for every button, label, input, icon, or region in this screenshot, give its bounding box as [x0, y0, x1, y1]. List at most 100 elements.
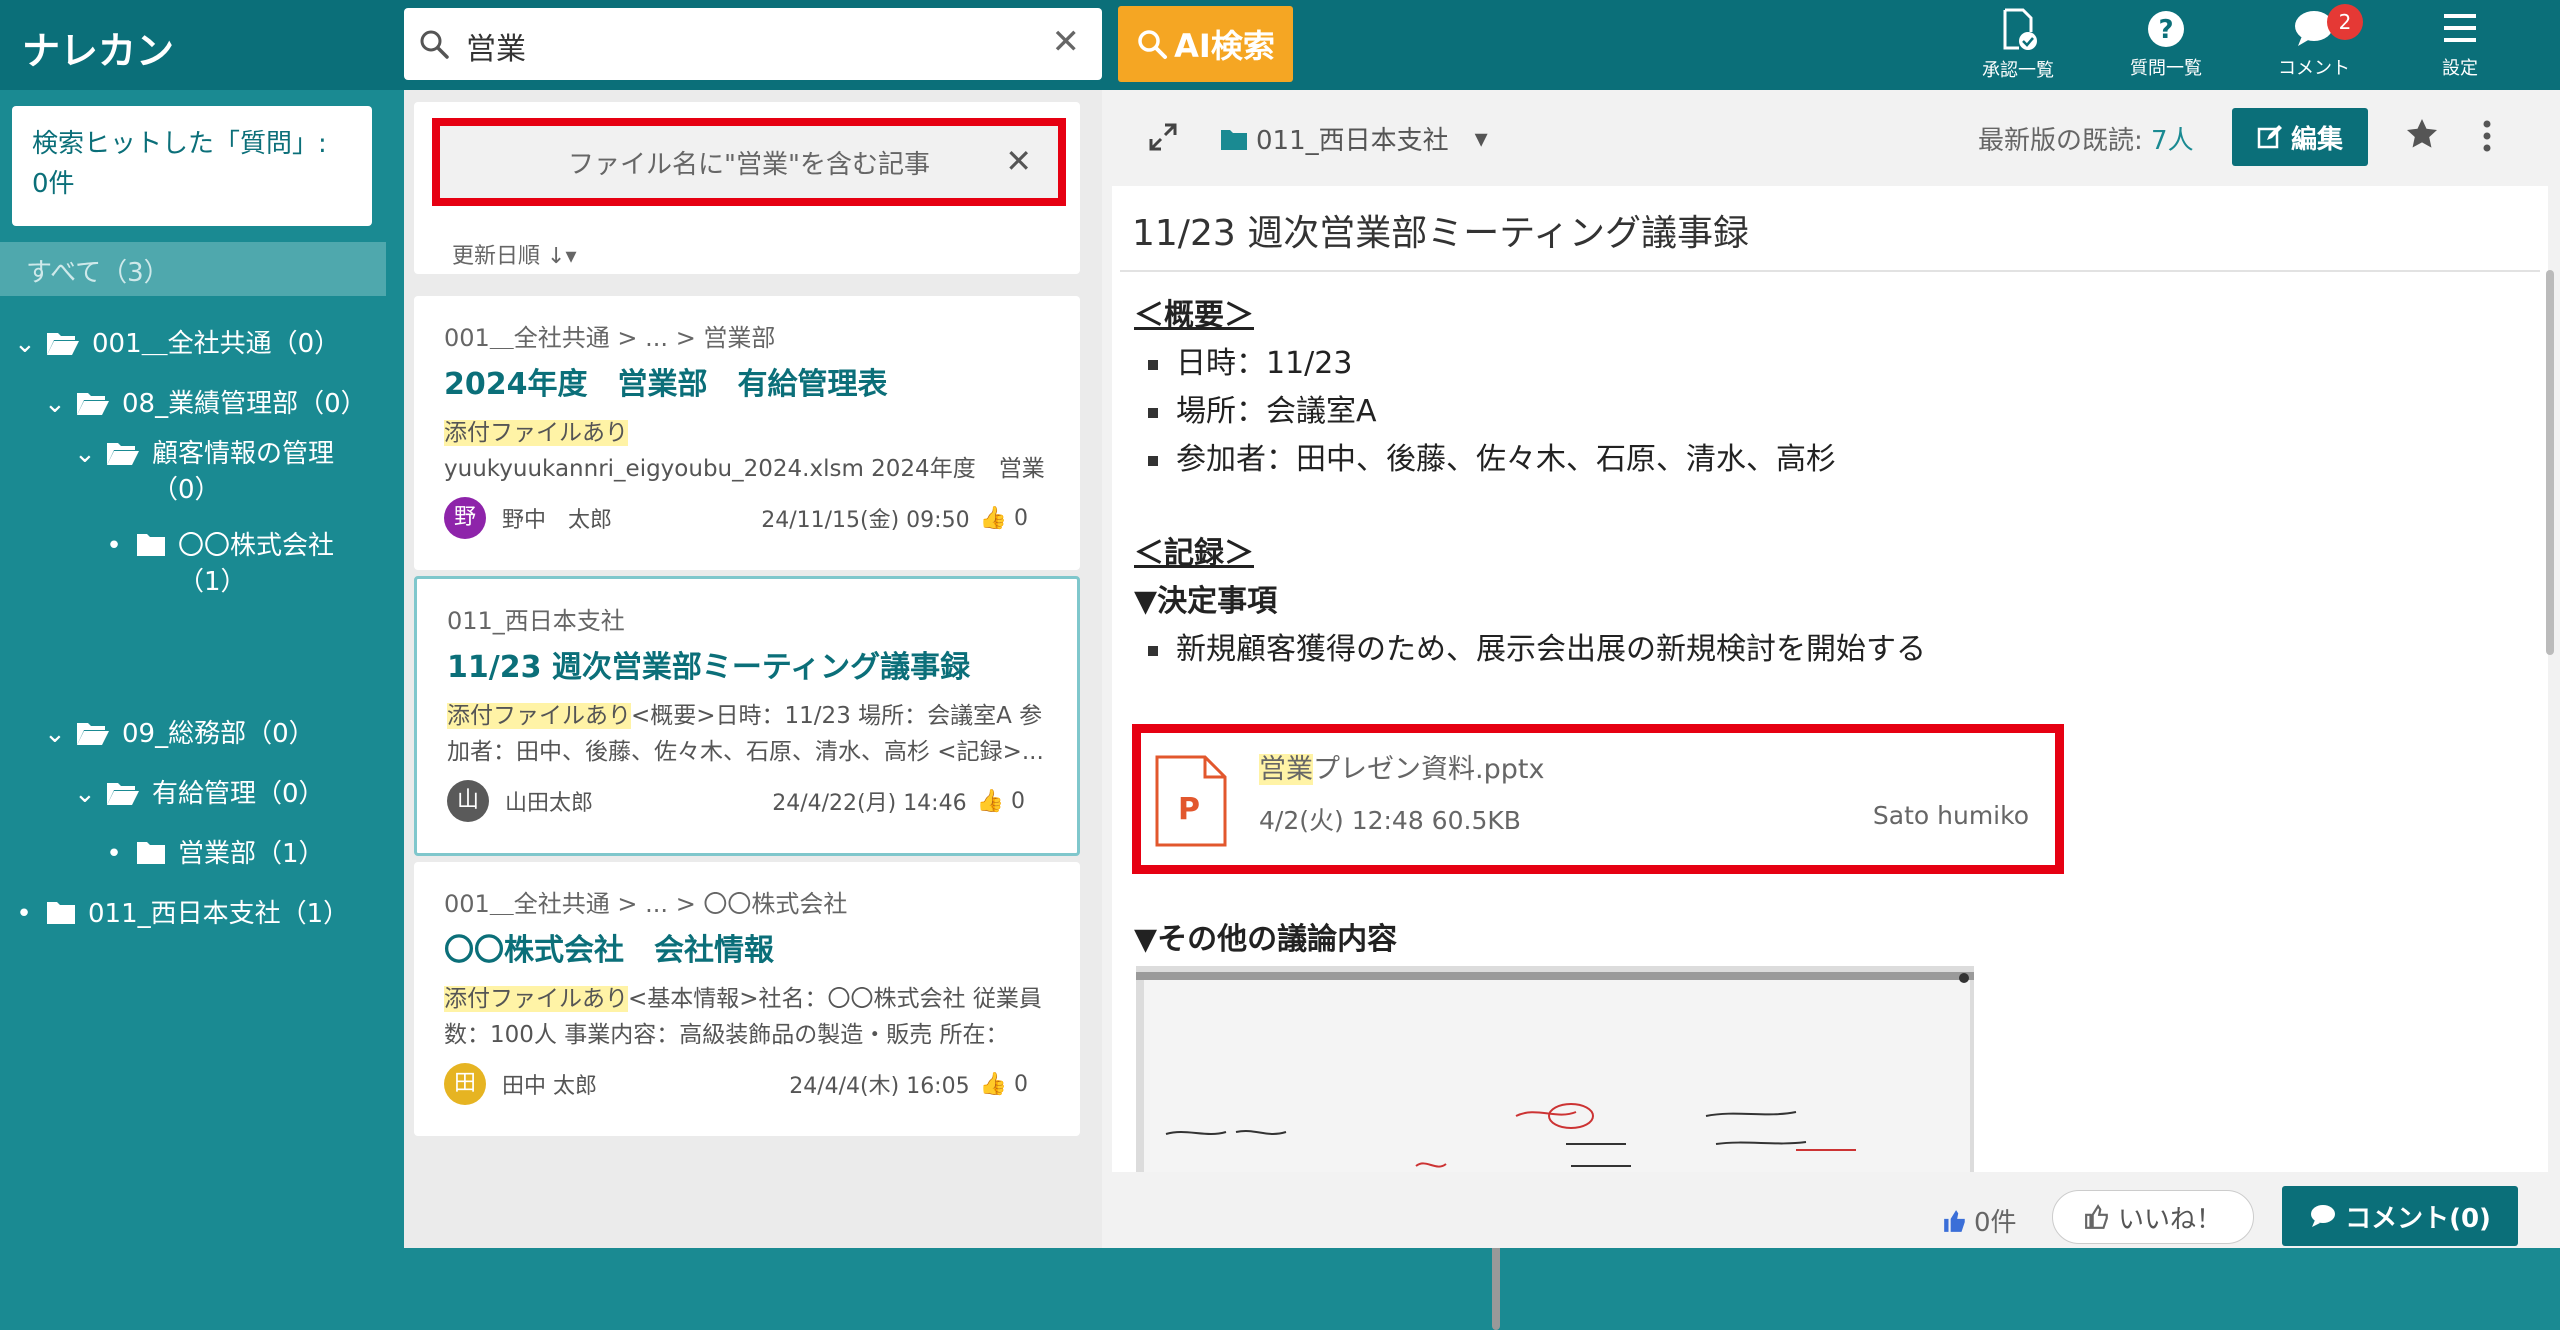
- filename-filter-chip[interactable]: ファイル名に"営業"を含む記事 ✕: [432, 118, 1066, 206]
- question-icon: ?: [2148, 11, 2184, 47]
- app-logo[interactable]: ナレカン: [22, 20, 174, 75]
- nav-comments[interactable]: 2 コメント: [2254, 4, 2374, 80]
- article-title[interactable]: 11/23 週次営業部ミーティング議事録: [447, 642, 1051, 686]
- tree-item-paid-leave[interactable]: ⌄ 有給管理（0）: [74, 776, 325, 812]
- chevron-down-icon[interactable]: ▾: [1475, 124, 1488, 154]
- article-meta: 山 山田太郎 24/4/22(月) 14:46 👍 0: [447, 780, 1051, 822]
- article-card[interactable]: 001＿全社共通 > ... > 〇〇株式会社 〇〇株式会社 会社情報 添付ファ…: [414, 862, 1080, 1136]
- folder-breadcrumb[interactable]: 011_西日本支社 ▾: [1220, 120, 1488, 157]
- nav-label: 設定: [2442, 58, 2478, 79]
- folder-all[interactable]: すべて（3）: [0, 242, 386, 296]
- like-count: 👍 0: [980, 1072, 1028, 1097]
- detail-scrollbar[interactable]: [2546, 270, 2554, 655]
- nav-approvals[interactable]: 承認一覧: [1958, 8, 2078, 82]
- svg-text:P: P: [1178, 792, 1200, 827]
- whiteboard-photo[interactable]: [1136, 966, 1974, 1172]
- nav-label: 承認一覧: [1982, 60, 2054, 81]
- snippet-text: yuukyuukannri_eigyoubu_2024.xlsm 2024年度 …: [444, 456, 1045, 482]
- folder-icon: [137, 842, 165, 864]
- overview-item: 場所：会議室A: [1148, 388, 1926, 436]
- article-date: 24/11/15(金) 09:50: [761, 508, 970, 533]
- folder-open-icon: [77, 723, 109, 745]
- question-hits-box[interactable]: 検索ヒットした「質問」: 0件: [12, 106, 372, 226]
- clear-search-icon[interactable]: ✕: [1052, 22, 1081, 62]
- whiteboard-image: [1136, 966, 1974, 1172]
- article-detail-pane: 011_西日本支社 ▾ 最新版の既読: 7人 編集 11/23 週次営業部ミーテ…: [1102, 90, 2560, 1248]
- article-snippet: 添付ファイルあり<概要>日時：11/23 場所：会議室A 参加者：田中、後藤、佐…: [447, 698, 1051, 770]
- folder-icon: [1221, 129, 1247, 150]
- article-title[interactable]: 〇〇株式会社 会社情報: [444, 925, 1054, 969]
- like-button[interactable]: いいね！: [2052, 1190, 2254, 1244]
- edit-button[interactable]: 編集: [2232, 108, 2368, 166]
- folder-open-icon: [107, 783, 139, 805]
- more-options-icon[interactable]: [2482, 118, 2492, 154]
- comment-label: コメント(0): [2345, 1203, 2491, 1234]
- file-author: Sato humiko: [1872, 801, 2029, 830]
- tree-item-company[interactable]: • 〇〇株式会社（1）: [104, 528, 374, 600]
- tree-item-customer-info[interactable]: ⌄ 顧客情報の管理（0）: [74, 436, 374, 508]
- folder-icon: [137, 534, 165, 556]
- edit-label: 編集: [2290, 124, 2343, 155]
- nav-questions[interactable]: ? 質問一覧: [2106, 8, 2226, 80]
- overview-item: 参加者：田中、後藤、佐々木、石原、清水、高杉: [1148, 436, 1926, 484]
- attachment-tag: 添付ファイルあり: [444, 420, 628, 446]
- chevron-down-icon[interactable]: ⌄: [44, 716, 66, 752]
- article-card-selected[interactable]: 011_西日本支社 11/23 週次営業部ミーティング議事録 添付ファイルあり<…: [414, 576, 1080, 856]
- thumbs-up-icon: [1944, 1209, 1965, 1232]
- file-attachment[interactable]: P 営業プレゼン資料.pptx 4/2(火) 12:48 60.5KB Sato…: [1132, 724, 2064, 874]
- nav-label: コメント: [2278, 58, 2350, 79]
- overview-heading: ＜概要＞: [1134, 298, 1254, 333]
- tree-item-sales[interactable]: • 営業部（1）: [104, 836, 324, 872]
- filter-box: ファイル名に"営業"を含む記事 ✕ 更新日順 ↓▾: [414, 102, 1080, 274]
- file-name[interactable]: 営業プレゼン資料.pptx: [1259, 747, 1544, 786]
- folder-open-icon: [107, 443, 139, 465]
- chevron-down-icon[interactable]: ⌄: [14, 326, 36, 362]
- bullet: •: [106, 839, 122, 869]
- overview-list: 日時：11/23 場所：会議室A 参加者：田中、後藤、佐々木、石原、清水、高杉: [1148, 340, 1926, 484]
- other-discussion-heading: ▼その他の議論内容: [1134, 922, 1398, 957]
- article-path: 001＿全社共通 > ... > 営業部: [444, 324, 776, 352]
- expand-icon[interactable]: [1148, 122, 1178, 152]
- ai-search-button[interactable]: AI検索: [1118, 6, 1293, 82]
- tree-item-label: 08_業績管理部（0）: [122, 389, 367, 419]
- filter-chip-label: ファイル名に"営業"を含む記事: [568, 149, 930, 180]
- author-name: 山田太郎: [505, 791, 594, 816]
- article-meta: 野 野中 太郎 24/11/15(金) 09:50 👍 0: [444, 497, 1054, 539]
- sort-arrow-icon: ↓▾: [547, 244, 577, 269]
- tree-item-label: 〇〇株式会社（1）: [178, 531, 335, 597]
- svg-text:?: ?: [2158, 15, 2173, 45]
- sort-label: 更新日順: [452, 244, 541, 269]
- chevron-down-icon[interactable]: ⌄: [44, 386, 66, 422]
- author-name: 田中 太郎: [502, 1074, 597, 1099]
- article-card[interactable]: 001＿全社共通 > ... > 営業部 2024年度 営業部 有給管理表 添付…: [414, 296, 1080, 570]
- article-snippet: 添付ファイルあり yuukyuukannri_eigyoubu_2024.xls…: [444, 415, 1054, 487]
- sort-dropdown[interactable]: 更新日順 ↓▾: [452, 238, 577, 270]
- tree-item-09[interactable]: ⌄ 09_総務部（0）: [44, 716, 315, 752]
- article-title[interactable]: 2024年度 営業部 有給管理表: [444, 359, 1054, 403]
- comment-button[interactable]: コメント(0): [2282, 1186, 2518, 1246]
- tree-item-label: 09_総務部（0）: [122, 719, 315, 749]
- nav-settings[interactable]: 設定: [2400, 8, 2520, 80]
- search-box[interactable]: 営業 ✕: [404, 8, 1102, 80]
- tree-item-011[interactable]: • 011_西日本支社（1）: [14, 896, 349, 932]
- article-content: ＜概要＞ 日時：11/23 場所：会議室A 参加者：田中、後藤、佐々木、石原、清…: [1134, 292, 1926, 674]
- read-count[interactable]: 7人: [2151, 126, 2194, 156]
- chevron-down-icon[interactable]: ⌄: [74, 776, 96, 812]
- tree-item-08[interactable]: ⌄ 08_業績管理部（0）: [44, 386, 367, 422]
- like-count-value: 0: [1014, 505, 1028, 531]
- search-input[interactable]: 営業: [466, 24, 526, 68]
- star-icon[interactable]: [2404, 116, 2440, 152]
- article-list-pane: ファイル名に"営業"を含む記事 ✕ 更新日順 ↓▾ 001＿全社共通 > ...…: [404, 90, 1500, 1330]
- file-name-highlight: 営業: [1259, 754, 1313, 785]
- bullet: •: [16, 899, 32, 929]
- article-path: 001＿全社共通 > ... > 〇〇株式会社: [444, 890, 848, 918]
- article-path: 011_西日本支社: [447, 607, 625, 635]
- sidebar: 検索ヒットした「質問」: 0件 すべて（3） ⌄ 001＿全社共通（0） ⌄ 0…: [0, 90, 404, 1248]
- overview-item: 日時：11/23: [1148, 340, 1926, 388]
- tree-item-001[interactable]: ⌄ 001＿全社共通（0）: [14, 326, 340, 362]
- read-status[interactable]: 最新版の既読: 7人: [1978, 120, 2194, 157]
- ai-search-label: AI検索: [1174, 27, 1275, 65]
- nav-label: 質問一覧: [2130, 58, 2202, 79]
- remove-filter-icon[interactable]: ✕: [1005, 142, 1032, 180]
- chevron-down-icon[interactable]: ⌄: [74, 436, 96, 472]
